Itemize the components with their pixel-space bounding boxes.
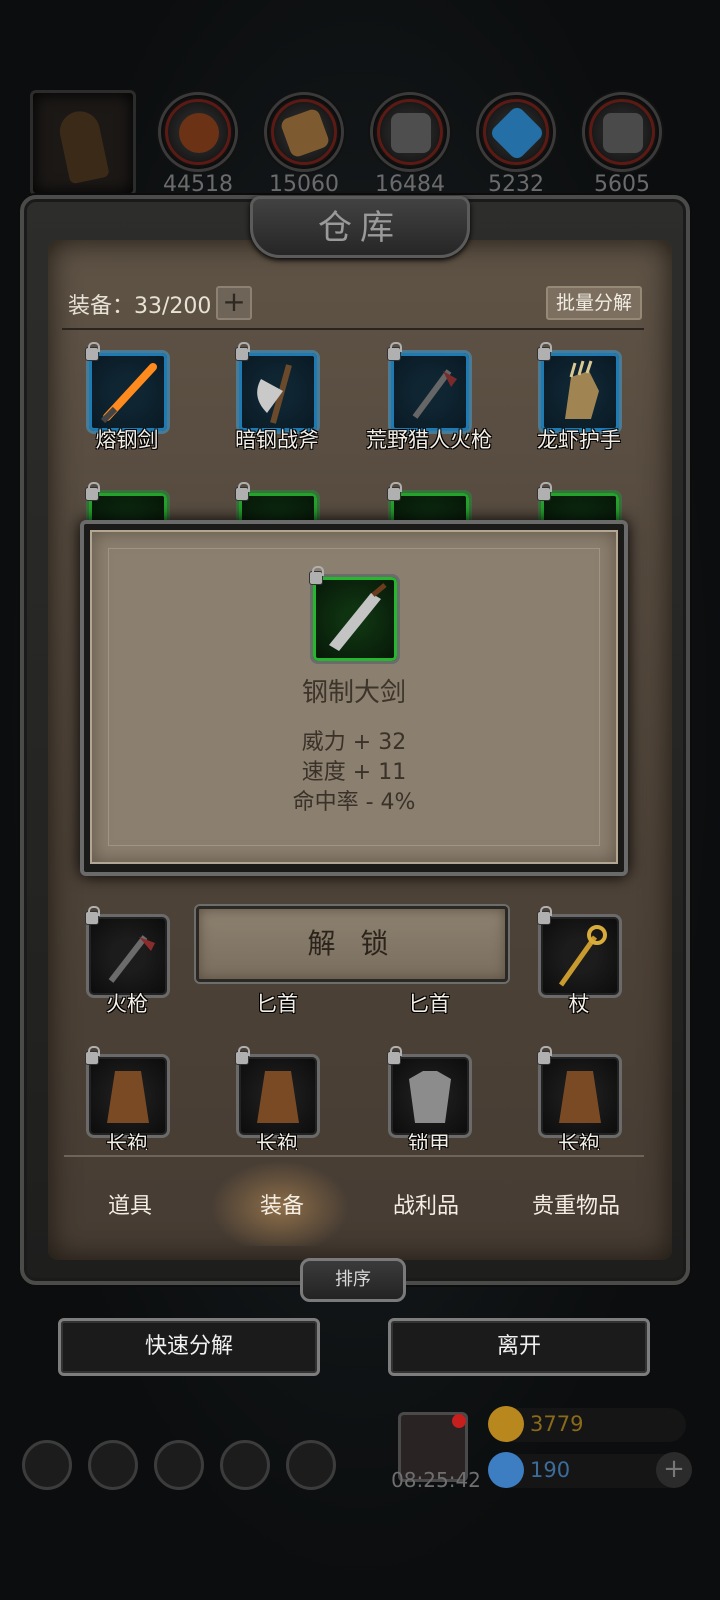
hero-portrait[interactable] xyxy=(30,90,136,196)
tab-equipment[interactable]: 装备 xyxy=(212,1188,352,1220)
hood-icon xyxy=(56,107,110,185)
stone-count: 16484 xyxy=(375,172,445,197)
tab-loot[interactable]: 战利品 xyxy=(356,1188,496,1220)
meat-icon xyxy=(179,113,219,153)
popup-item-slot xyxy=(309,566,400,664)
item-name: 火枪 xyxy=(106,992,148,1016)
wood-count: 15060 xyxy=(269,172,339,197)
item-name: 荒野猎人火枪 xyxy=(366,428,492,452)
page-title: 仓库 xyxy=(318,208,402,248)
robe-icon xyxy=(89,1057,167,1135)
iron-icon xyxy=(603,113,643,153)
meat-count: 44518 xyxy=(163,172,233,197)
musket-icon xyxy=(391,353,469,431)
item-slot[interactable] xyxy=(387,1046,472,1138)
item-slot[interactable] xyxy=(537,1046,622,1138)
item-name: 匕首 xyxy=(408,992,450,1016)
expand-capacity-button[interactable]: + xyxy=(216,286,252,320)
gold-amount: 3779 xyxy=(530,1412,584,1436)
chainmail-icon xyxy=(391,1057,469,1135)
mail-icon[interactable] xyxy=(220,1440,270,1490)
settings-icon[interactable] xyxy=(22,1440,72,1490)
lock-icon xyxy=(85,482,100,501)
batch-decompose-button[interactable]: 批量分解 xyxy=(546,286,642,320)
lock-icon xyxy=(387,482,402,501)
stone-resource[interactable] xyxy=(370,92,450,172)
item-slot[interactable] xyxy=(537,342,622,434)
iron-count: 5605 xyxy=(594,172,650,197)
wood-resource[interactable] xyxy=(264,92,344,172)
divider xyxy=(62,328,644,330)
item-name: 长袍 xyxy=(256,1132,298,1150)
gauntlet-icon xyxy=(541,353,619,431)
tab-items[interactable]: 道具 xyxy=(60,1188,200,1220)
crystal-resource[interactable] xyxy=(476,92,556,172)
item-slot[interactable] xyxy=(235,1046,320,1138)
stat-accuracy: 命中率 - 4% xyxy=(292,790,416,815)
sword-icon xyxy=(89,353,167,431)
item-slot[interactable] xyxy=(537,906,622,998)
staff-icon xyxy=(541,917,619,995)
unlock-button[interactable]: 解 锁 xyxy=(196,906,508,982)
item-name: 杖 xyxy=(568,992,590,1016)
stat-power: 威力 + 32 xyxy=(301,730,407,755)
tab-valuables[interactable]: 贵重物品 xyxy=(506,1188,646,1220)
crystal-count: 5232 xyxy=(488,172,544,197)
lock-icon xyxy=(235,482,250,501)
item-name: 长袍 xyxy=(106,1132,148,1150)
item-slot[interactable] xyxy=(85,906,170,998)
musket-icon xyxy=(89,917,167,995)
equipment-capacity: 装备：33/200 xyxy=(68,294,212,319)
gem-icon xyxy=(488,1452,524,1488)
item-name: 锁甲 xyxy=(408,1132,450,1150)
item-slot[interactable] xyxy=(85,1046,170,1138)
lock-icon xyxy=(537,482,552,501)
add-currency-button[interactable]: + xyxy=(656,1452,692,1488)
stone-icon xyxy=(391,113,431,153)
gem-amount: 190 xyxy=(530,1458,571,1482)
gold-coin-icon xyxy=(488,1406,524,1442)
item-name: 龙虾护手 xyxy=(537,428,621,452)
item-slot[interactable] xyxy=(387,342,472,434)
popup-item-name: 钢制大剑 xyxy=(301,678,406,708)
item-name: 熔钢剑 xyxy=(95,428,159,452)
axe-icon xyxy=(239,353,317,431)
achievement-icon[interactable] xyxy=(88,1440,138,1490)
robe-icon xyxy=(541,1057,619,1135)
item-slot[interactable] xyxy=(235,342,320,434)
notification-dot xyxy=(452,1414,466,1428)
stat-speed: 速度 + 11 xyxy=(301,760,407,785)
shop-icon[interactable] xyxy=(286,1440,336,1490)
sort-button[interactable]: 排序 xyxy=(300,1258,406,1302)
item-slot[interactable] xyxy=(85,342,170,434)
item-name: 暗钢战斧 xyxy=(235,428,319,452)
iron-resource[interactable] xyxy=(582,92,662,172)
greatsword-icon xyxy=(313,577,397,661)
item-name: 长袍 xyxy=(558,1132,600,1150)
leave-button[interactable]: 离开 xyxy=(388,1318,650,1376)
gift-timer: 08:25:42 xyxy=(391,1468,481,1492)
quick-decompose-button[interactable]: 快速分解 xyxy=(58,1318,320,1376)
meat-resource[interactable] xyxy=(158,92,238,172)
game-screen: 44518 15060 16484 5232 5605 仓库 装备：33/200… xyxy=(0,0,720,1600)
robe-icon xyxy=(239,1057,317,1135)
item-name: 匕首 xyxy=(256,992,298,1016)
guild-icon[interactable] xyxy=(154,1440,204,1490)
